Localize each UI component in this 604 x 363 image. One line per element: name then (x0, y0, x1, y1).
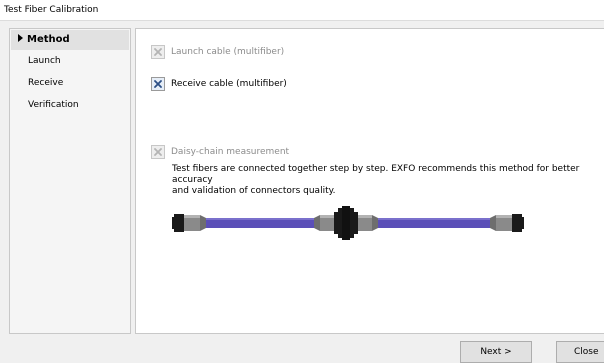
method-panel: Launch cable (multifiber) Receive cable … (135, 28, 604, 334)
x-mark-icon (154, 80, 162, 88)
right-end-connector-icon (490, 214, 524, 232)
daisy-chain-checkbox (151, 145, 165, 159)
fiber-highlight (378, 218, 490, 220)
sidebar-item-label: Verification (28, 100, 79, 110)
mating-adapter-icon (314, 206, 378, 240)
test-fiber-calibration-window: Test Fiber Calibration Method Launch Rec… (0, 0, 604, 363)
launch-cable-label: Launch cable (multifiber) (171, 47, 285, 57)
description-line: and validation of connectors quality. (172, 186, 336, 196)
fiber-highlight (204, 218, 314, 220)
x-mark-icon (154, 148, 162, 156)
sidebar-item-label: Receive (28, 78, 64, 88)
daisy-chain-description: Test fibers are connected together step … (172, 164, 592, 197)
wizard-steps-sidebar: Method Launch Receive Verification (9, 28, 131, 334)
daisy-chain-cable-illustration (172, 206, 524, 240)
left-end-connector-icon (172, 214, 206, 232)
receive-cable-checkbox[interactable] (151, 77, 165, 91)
sidebar-item-verification[interactable]: Verification (11, 95, 129, 115)
daisy-chain-label: Daisy-chain measurement (171, 147, 290, 157)
x-mark-icon (154, 48, 162, 56)
launch-cable-checkbox (151, 45, 165, 59)
sidebar-item-method[interactable]: Method (11, 30, 129, 50)
next-button[interactable]: Next > (460, 341, 532, 363)
sidebar-item-label: Method (27, 34, 70, 45)
sidebar-item-label: Launch (28, 56, 61, 66)
description-line: Test fibers are connected together step … (172, 164, 580, 185)
receive-cable-label: Receive cable (multifiber) (171, 79, 287, 89)
window-title: Test Fiber Calibration (4, 5, 99, 15)
sidebar-item-receive[interactable]: Receive (11, 73, 129, 93)
current-step-arrow-icon (18, 34, 23, 42)
title-bar: Test Fiber Calibration (0, 0, 604, 21)
sidebar-item-launch[interactable]: Launch (11, 51, 129, 71)
close-button[interactable]: Close (556, 341, 604, 363)
